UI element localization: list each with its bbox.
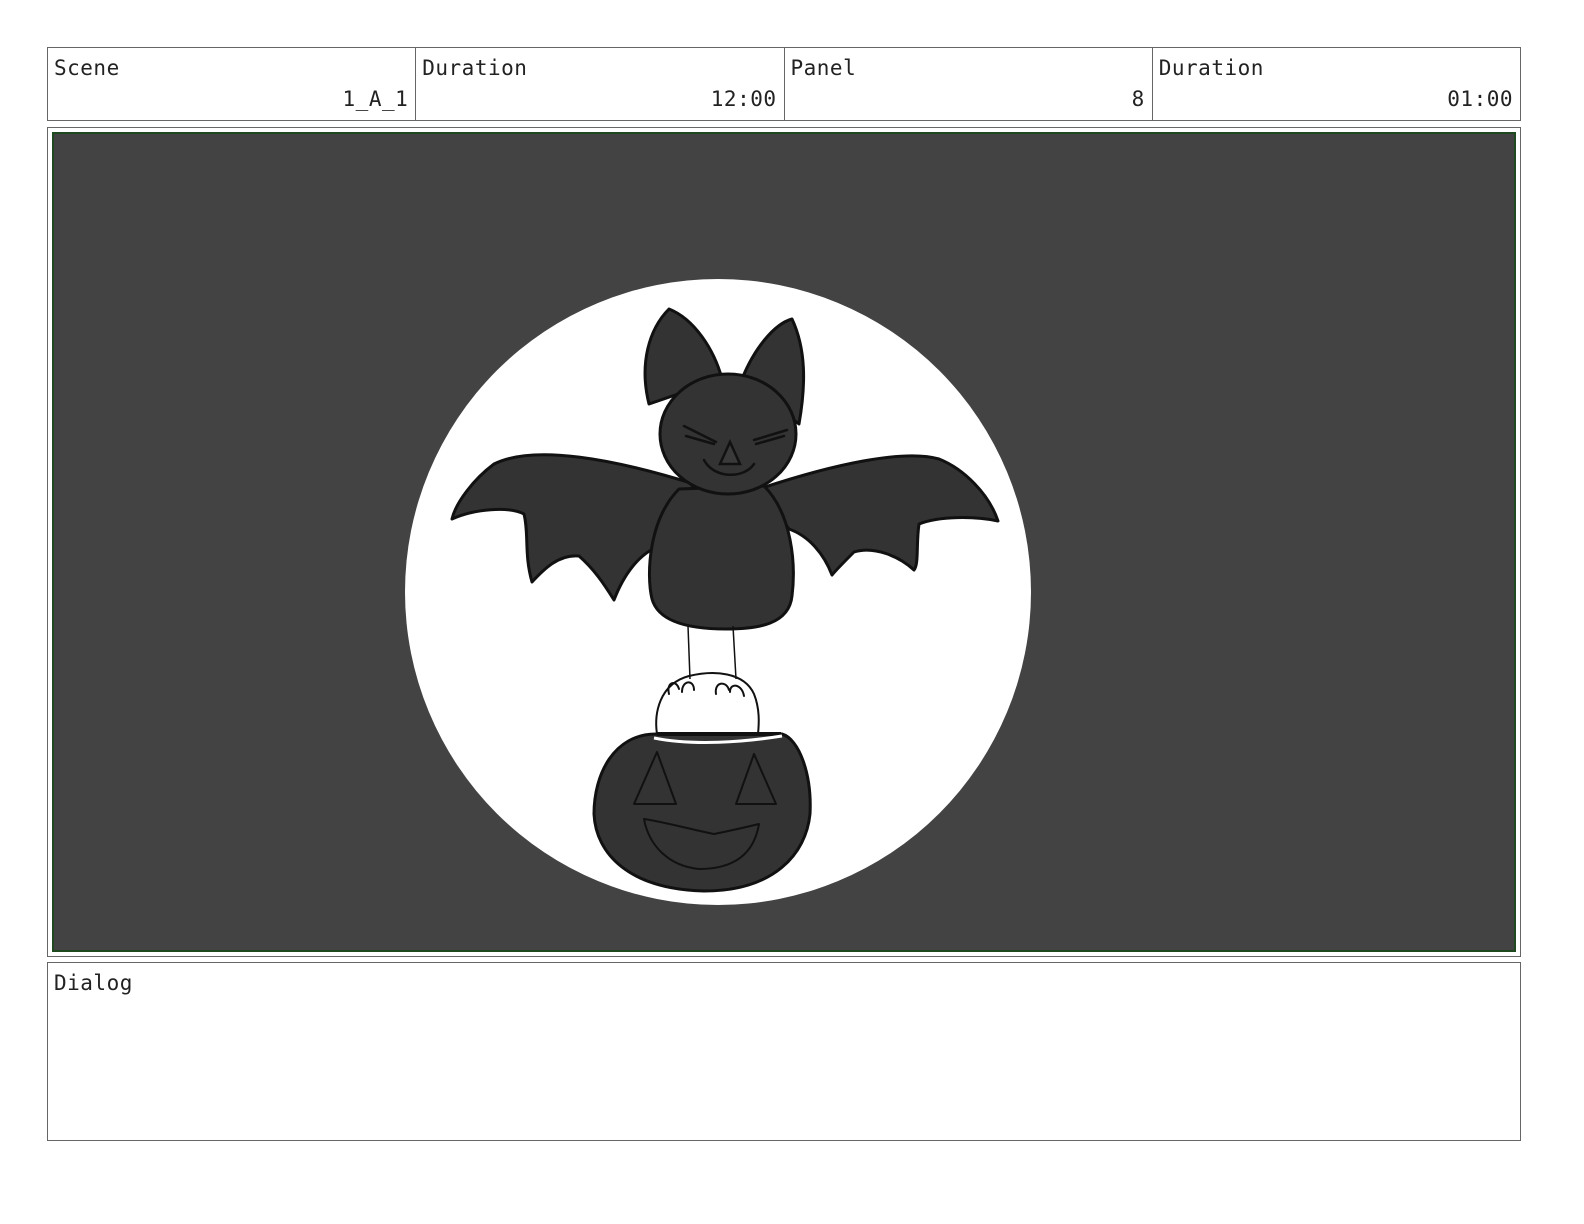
storyboard-header: Scene 1_A_1 Duration 12:00 Panel 8 Durat… [47, 47, 1521, 121]
dialog-label: Dialog [54, 971, 133, 995]
scene-cell: Scene 1_A_1 [48, 48, 417, 120]
scene-duration-cell: Duration 12:00 [416, 48, 785, 120]
dialog-box: Dialog [47, 962, 1521, 1141]
bat-pumpkin-illustration [405, 279, 1031, 905]
panel-label: Panel [790, 56, 857, 80]
scene-label: Scene [54, 56, 120, 80]
panel-duration-value: 01:00 [1447, 87, 1513, 111]
bat-body [647, 484, 795, 631]
scene-duration-value: 12:00 [710, 87, 777, 111]
panel-duration-label: Duration [1158, 56, 1264, 80]
pumpkin-bucket [592, 732, 812, 893]
panel-cell: Panel 8 [785, 48, 1153, 120]
panel-duration-cell: Duration 01:00 [1153, 48, 1520, 120]
panel-value: 8 [1131, 87, 1145, 111]
scene-value: 1_A_1 [342, 87, 409, 111]
scene-duration-label: Duration [422, 56, 528, 80]
storyboard-panel-frame [47, 127, 1521, 957]
panel-artwork [52, 132, 1516, 952]
